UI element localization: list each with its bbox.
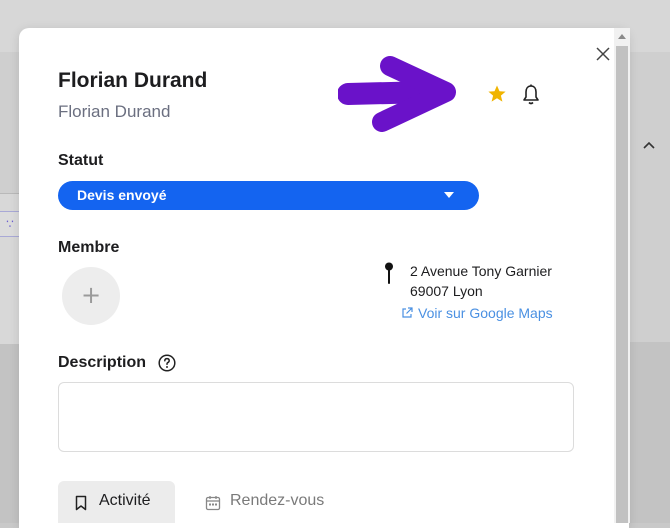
description-label: Description xyxy=(58,354,147,371)
external-link-icon xyxy=(402,307,413,318)
chevron-down-icon xyxy=(444,192,454,198)
description-textarea[interactable] xyxy=(58,382,574,452)
bookmark-icon xyxy=(75,495,87,511)
annotation-arrow-icon xyxy=(338,56,456,132)
contact-name: Florian Durand xyxy=(58,69,208,92)
help-icon[interactable] xyxy=(158,354,176,372)
address-block: 2 Avenue Tony Garnier 69007 Lyon xyxy=(410,261,552,301)
background-chevron-up-icon xyxy=(643,141,655,149)
plus-icon: + xyxy=(80,281,102,309)
scroll-thumb[interactable] xyxy=(616,46,628,523)
calendar-icon xyxy=(205,496,221,511)
contact-subtitle: Florian Durand xyxy=(58,102,171,121)
add-member-button[interactable]: + xyxy=(62,267,120,325)
google-maps-link[interactable]: Voir sur Google Maps xyxy=(401,305,553,321)
star-icon[interactable] xyxy=(487,84,507,104)
bell-icon[interactable] xyxy=(521,84,541,106)
tab-rendez-vous-label: Rendez-vous xyxy=(230,492,325,509)
address-line-2: 69007 Lyon xyxy=(410,283,483,299)
tab-activite-label: Activité xyxy=(99,492,151,509)
status-dropdown[interactable]: Devis envoyé xyxy=(58,181,479,210)
google-maps-link-label: Voir sur Google Maps xyxy=(418,305,553,321)
map-pin-icon xyxy=(385,262,393,284)
tab-rendez-vous[interactable]: Rendez-vous xyxy=(196,481,356,523)
status-label: Statut xyxy=(58,152,104,169)
background-hierarchy-icon: ∵ xyxy=(0,211,21,237)
close-icon[interactable] xyxy=(595,46,611,62)
scroll-up-arrow-icon[interactable] xyxy=(614,28,630,46)
tab-activite[interactable]: Activité xyxy=(58,481,175,523)
modal-scrollbar[interactable] xyxy=(614,28,630,523)
status-selected-value: Devis envoyé xyxy=(77,187,167,203)
member-label: Membre xyxy=(58,239,120,256)
address-line-1: 2 Avenue Tony Garnier xyxy=(410,263,552,279)
